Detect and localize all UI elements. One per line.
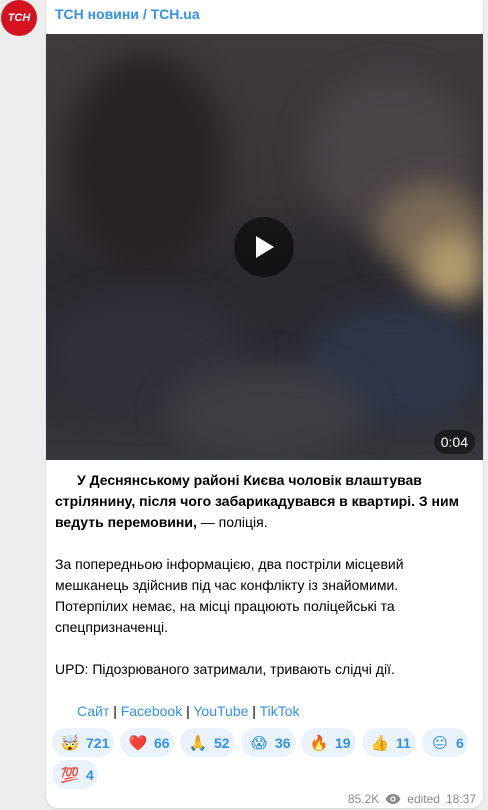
video-blur-blob — [166, 364, 366, 460]
reaction-scream[interactable]: 😱 36 — [241, 728, 296, 757]
exploding-head-icon: 🤯 — [60, 734, 80, 752]
reaction-pray[interactable]: 🙏 52 — [180, 728, 235, 757]
reaction-count: 721 — [86, 734, 110, 751]
link-youtube[interactable]: YouTube — [193, 703, 248, 719]
message-time: 18:37 — [445, 792, 476, 806]
neutral-face-icon: 😐 — [432, 734, 448, 752]
video-blur-blob — [66, 54, 226, 274]
post-paragraph-1: У Деснянському районі Києва чоловік влаш… — [55, 470, 475, 533]
video-duration: 0:04 — [433, 430, 475, 454]
reaction-hundred[interactable]: 💯 4 — [52, 760, 98, 789]
reaction-count: 6 — [456, 734, 464, 751]
message-footer: 85.2K edited 18:37 — [348, 792, 476, 806]
edited-label: edited — [407, 792, 440, 806]
link-site[interactable]: Сайт — [77, 703, 109, 719]
video-player[interactable]: 0:04 — [46, 34, 483, 460]
post-paragraph-2: За попередньою інформацією, два постріли… — [55, 556, 404, 635]
channel-avatar[interactable]: ТСН — [1, 0, 37, 36]
reaction-count: 66 — [154, 734, 170, 751]
reaction-count: 36 — [275, 734, 291, 751]
link-separator: | — [113, 703, 117, 719]
post-paragraph-3: UPD: Підозрюваного затримали, тривають с… — [55, 661, 395, 677]
link-separator: | — [186, 703, 190, 719]
post-links: Сайт | Facebook | YouTube | TikTok — [55, 701, 475, 722]
reaction-fire[interactable]: 🔥 19 — [301, 728, 356, 757]
video-blur-blob — [416, 234, 483, 304]
reaction-count: 4 — [86, 766, 94, 783]
play-button[interactable] — [234, 217, 294, 277]
reaction-count: 11 — [396, 734, 411, 751]
channel-name[interactable]: ТСН новини / ТСН.ua — [55, 6, 200, 22]
reaction-exploding-head[interactable]: 🤯 721 — [52, 728, 114, 757]
link-separator: | — [252, 703, 256, 719]
scream-icon: 😱 — [251, 734, 267, 752]
reaction-heart[interactable]: ❤️ 66 — [120, 728, 174, 757]
thumbs-up-icon: 👍 — [370, 734, 390, 752]
pray-icon: 🙏 — [188, 734, 208, 752]
reaction-thumbs-up[interactable]: 👍 11 — [362, 728, 416, 757]
link-facebook[interactable]: Facebook — [121, 703, 182, 719]
hundred-icon: 💯 — [60, 766, 80, 784]
post-bold-suffix: — поліція. — [196, 514, 268, 530]
view-count: 85.2K — [347, 792, 380, 806]
link-tiktok[interactable]: TikTok — [260, 703, 300, 719]
reaction-count: 52 — [214, 734, 230, 751]
heart-icon: ❤️ — [128, 734, 148, 752]
post-text: У Деснянському районі Києва чоловік влаш… — [55, 470, 475, 722]
reaction-count: 19 — [335, 734, 351, 751]
play-icon — [256, 236, 274, 258]
reaction-neutral-face[interactable]: 😐 6 — [422, 728, 468, 757]
fire-icon: 🔥 — [309, 734, 329, 752]
eye-icon — [385, 794, 401, 804]
